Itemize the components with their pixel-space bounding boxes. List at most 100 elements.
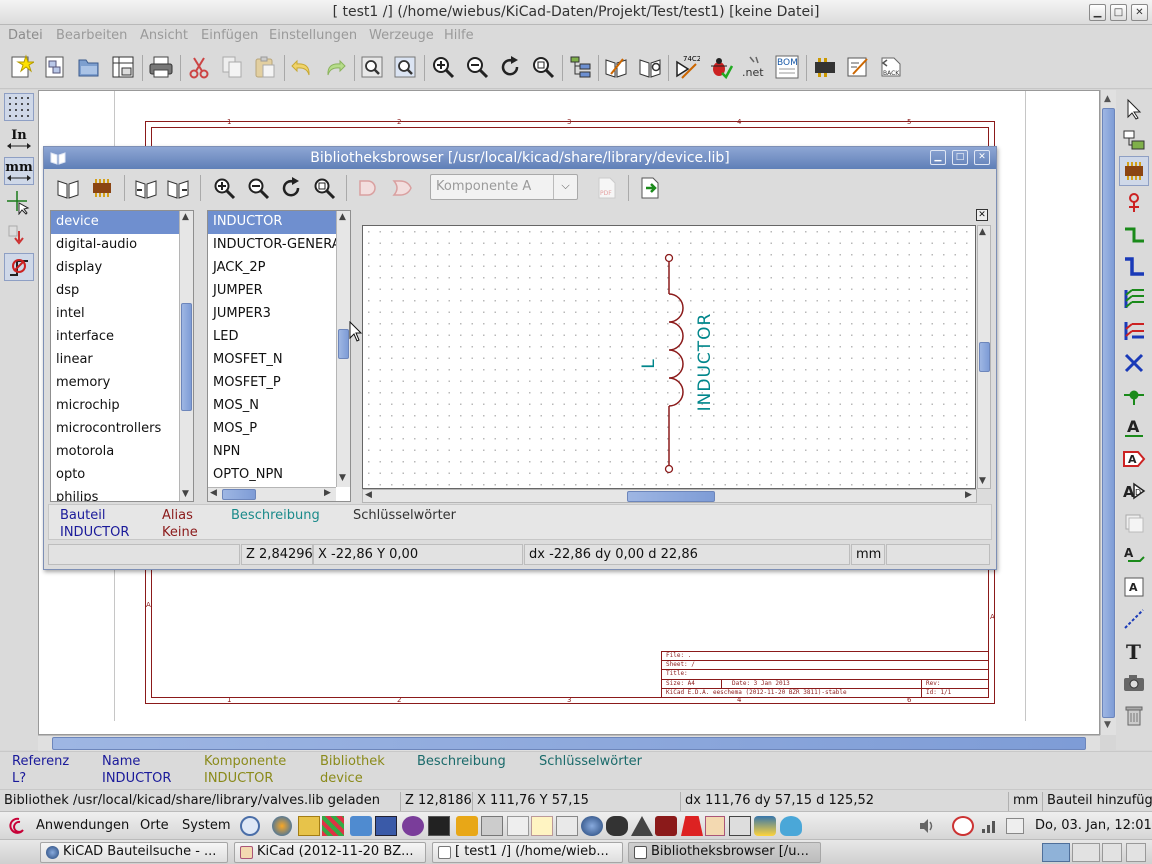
menu-orte[interactable]: Orte <box>140 818 169 833</box>
workspace-switcher-2[interactable] <box>1072 843 1100 862</box>
component-item-mos-p[interactable]: MOS_P <box>208 418 336 441</box>
dialog-redraw-icon[interactable] <box>277 174 305 202</box>
undo-icon[interactable] <box>287 52 317 82</box>
library-item-device[interactable]: device <box>51 211 179 234</box>
zoom-in-icon[interactable] <box>428 52 458 82</box>
canvas-vertical-scrollbar[interactable]: ▲ ▼ <box>1100 90 1116 735</box>
scroll-right-icon[interactable]: ▶ <box>324 488 331 498</box>
component-list-scroll-thumb[interactable] <box>338 329 349 359</box>
zoom-fit-icon[interactable] <box>528 52 558 82</box>
bus-wire-orientation-icon[interactable] <box>4 253 34 281</box>
import-sheet-pin-icon[interactable]: A <box>1119 540 1149 570</box>
window-titlebar[interactable]: [ test1 /] (/home/wiebus/KiCad-Daten/Pro… <box>0 0 1152 25</box>
bom-icon[interactable]: BOM <box>772 52 802 82</box>
menu-hilfe[interactable]: Hilfe <box>444 28 474 43</box>
annotate-icon[interactable]: 74C2 <box>672 52 702 82</box>
launcher-terminal-icon[interactable] <box>428 816 450 836</box>
component-item-mosfet-p[interactable]: MOSFET_P <box>208 372 336 395</box>
erc-icon[interactable] <box>705 52 735 82</box>
new-schematic-icon[interactable] <box>6 52 36 82</box>
launcher-globe-icon[interactable] <box>581 816 603 836</box>
grid-toggle-icon[interactable] <box>4 93 34 121</box>
library-item-interface[interactable]: interface <box>51 326 179 349</box>
add-net-label-icon[interactable]: A <box>1119 412 1149 442</box>
hidden-pins-icon[interactable] <box>4 221 34 249</box>
back-annotate-icon[interactable]: BACK <box>876 52 906 82</box>
delete-trash-icon[interactable] <box>1119 700 1149 730</box>
preview-vscroll-thumb[interactable] <box>979 342 990 372</box>
menu-werkzeuge[interactable]: Werzeuge <box>369 28 434 43</box>
component-list[interactable]: INDUCTOR INDUCTOR-GENERAL JACK_2P JUMPER… <box>207 210 351 502</box>
task-library-browser[interactable]: Bibliotheksbrowser [/u... <box>628 842 821 863</box>
add-image-icon[interactable] <box>1119 668 1149 698</box>
zoom-out-icon[interactable] <box>462 52 492 82</box>
add-text-icon[interactable]: T <box>1119 636 1149 666</box>
library-item-opto[interactable]: opto <box>51 464 179 487</box>
menu-einfuegen[interactable]: Einfügen <box>201 28 258 43</box>
add-hierarchical-label-icon[interactable]: AD <box>1119 476 1149 506</box>
launcher-tex-icon[interactable] <box>556 816 578 836</box>
volume-icon[interactable] <box>918 818 936 834</box>
menu-ansicht[interactable]: Ansicht <box>140 28 188 43</box>
library-item-microcontrollers[interactable]: microcontrollers <box>51 418 179 441</box>
find-icon[interactable] <box>357 52 387 82</box>
launcher-bird-icon[interactable] <box>780 816 802 836</box>
component-item-jumper[interactable]: JUMPER <box>208 280 336 303</box>
netlist-icon[interactable]: .net <box>738 52 768 82</box>
cursor-shape-icon[interactable] <box>4 189 34 217</box>
pcbnew-icon[interactable] <box>843 52 873 82</box>
canvas-hscroll-thumb[interactable] <box>52 737 1086 750</box>
add-junction-icon[interactable] <box>1119 380 1149 410</box>
print-icon[interactable] <box>146 52 176 82</box>
show-de-morgan-alternate-icon[interactable] <box>388 174 416 202</box>
dialog-zoom-in-icon[interactable] <box>210 174 238 202</box>
task-kicad-bauteilsuche[interactable]: KiCAD Bauteilsuche - ... <box>40 842 228 863</box>
library-browser-titlebar[interactable]: Bibliotheksbrowser [/usr/local/kicad/sha… <box>44 147 996 169</box>
redo-icon[interactable] <box>320 52 350 82</box>
new-sheet-icon[interactable] <box>40 52 70 82</box>
bus-to-bus-entry-icon[interactable] <box>1119 316 1149 346</box>
alarm-clock-icon[interactable] <box>952 816 974 836</box>
canvas-vscroll-thumb[interactable] <box>1102 108 1115 718</box>
component-item-npn[interactable]: NPN <box>208 441 336 464</box>
library-list-scrollbar[interactable]: ▲ ▼ <box>179 211 193 501</box>
add-graphic-line-icon[interactable] <box>1119 604 1149 634</box>
launcher-media-icon[interactable] <box>655 816 677 836</box>
launcher-kicad-main-icon[interactable] <box>705 816 725 836</box>
select-library-icon[interactable] <box>54 174 82 202</box>
scroll-down-icon[interactable]: ▼ <box>182 489 189 499</box>
launcher-kicad-icon[interactable] <box>375 816 397 836</box>
launcher-gimp-icon[interactable] <box>606 816 628 836</box>
launcher-game-icon[interactable] <box>322 816 344 836</box>
library-editor-icon[interactable] <box>601 52 631 82</box>
launcher-fish-icon[interactable] <box>350 816 372 836</box>
launcher-calculator-icon[interactable] <box>481 816 503 836</box>
menu-system[interactable]: System <box>182 818 230 833</box>
launcher-browser-icon[interactable] <box>272 816 292 836</box>
hierarchy-navigator-icon[interactable] <box>566 52 596 82</box>
preview-hscroll-thumb[interactable] <box>627 491 715 502</box>
library-item-intel[interactable]: intel <box>51 303 179 326</box>
component-item-inductor[interactable]: INDUCTOR <box>208 211 336 234</box>
select-component-icon[interactable] <box>88 174 116 202</box>
preview-horizontal-scrollbar[interactable]: ◀ ▶ <box>362 489 977 503</box>
menu-datei[interactable]: Datei <box>8 28 43 43</box>
library-item-philips[interactable]: philips <box>51 487 179 501</box>
show-de-morgan-normal-icon[interactable] <box>354 174 382 202</box>
component-list-hscroll-thumb[interactable] <box>222 489 256 500</box>
scroll-up-icon[interactable]: ▲ <box>339 212 346 222</box>
dialog-maximize-button[interactable]: □ <box>952 150 968 165</box>
hierarchy-push-icon[interactable] <box>1119 126 1149 156</box>
scroll-up-icon[interactable]: ▲ <box>182 212 189 222</box>
page-settings-icon[interactable] <box>108 52 138 82</box>
add-power-icon[interactable] <box>1119 188 1149 218</box>
scroll-down-icon[interactable]: ▼ <box>979 476 986 486</box>
add-hierarchical-sheet-icon[interactable] <box>1119 508 1149 538</box>
library-list[interactable]: device digital-audio display dsp intel i… <box>50 210 194 502</box>
previous-component-icon[interactable] <box>132 174 160 202</box>
library-item-linear[interactable]: linear <box>51 349 179 372</box>
scroll-left-icon[interactable]: ◀ <box>210 488 217 498</box>
menu-anwendungen[interactable]: Anwendungen <box>36 818 129 833</box>
launcher-pdf-icon[interactable] <box>681 816 703 836</box>
open-icon[interactable] <box>74 52 104 82</box>
